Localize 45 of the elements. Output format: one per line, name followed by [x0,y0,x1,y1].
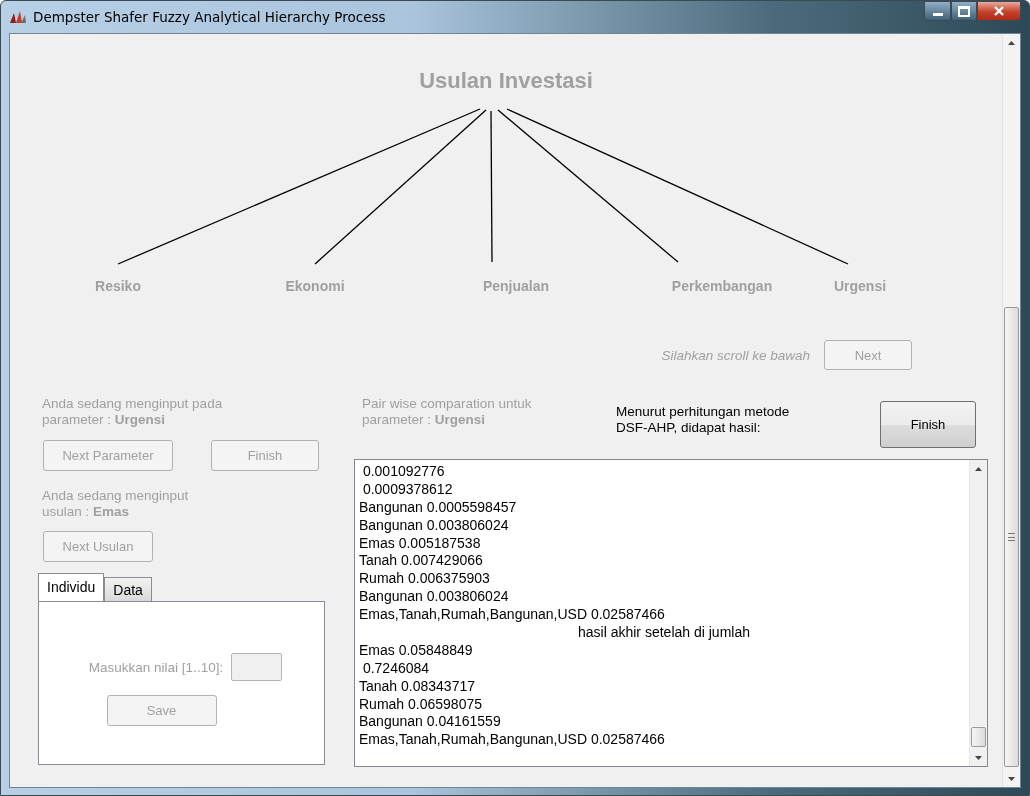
parameter-label: Anda sedang menginput pada parameter : Urgensi [42,396,223,428]
tab[interactable]: Data [104,577,152,601]
scroll-thumb[interactable] [1004,307,1019,767]
result-heading: hasil akhir setelah di jumlah [578,624,750,640]
minimize-button[interactable] [924,1,951,21]
comparison-label: Pair wise comparation untuk parameter : Urgensi [362,396,532,428]
result-line: Bangunan 0.04161559 [359,713,501,730]
result-line: Tanah 0.007429066 [359,552,483,569]
result-line: Bangunan 0.003806024 [359,516,509,533]
tab[interactable]: Individu [38,573,105,601]
criterion-label: Urgensi [833,278,887,294]
root-node-label: Usulan Investasi [419,68,593,93]
result-label: Menurut perhitungan metode DSF-AHP, didapat hasil: [616,404,790,436]
result-line: 0.0009378612 [361,480,453,497]
maximize-button[interactable] [951,1,977,21]
value-label: Masukkan nilai [1..10]: [88,659,224,675]
result-line: Rumah 0.06598075 [359,695,482,712]
scrollbar[interactable] [969,460,987,766]
result-line: Tanah 0.08343717 [359,677,475,694]
result-line: Bangunan 0.003806024 [359,588,509,605]
result-line: 0.001092776 [361,463,445,479]
app-icon [9,10,27,24]
scroll-down-icon[interactable] [1008,776,1015,781]
criterion-label: Resiko [95,278,141,294]
close-icon [993,6,1005,16]
result-line: 0.7246084 [361,659,430,676]
scrollbar[interactable] [1002,34,1020,787]
result-line: Emas 0.05848849 [359,641,473,658]
result-line: Emas,Tanah,Rumah,Bangunan,USD 0.02587466 [359,731,665,748]
usulan-label: Anda sedang menginput usulan : Emas [42,488,189,520]
scroll-thumb[interactable] [971,727,986,747]
window-title: Dempster Shafer Fuzzy Analytical Hierarchy Process [33,9,386,25]
result-line: Bangunan 0.0005598457 [359,498,517,515]
result-line: Emas 0.005187538 [359,534,481,551]
scroll-up-icon[interactable] [1008,40,1015,45]
scroll-hint: Silahkan scroll ke bawah [661,347,810,363]
finish-button[interactable]: Finish [880,401,976,448]
scroll-down-icon[interactable] [975,755,982,760]
criterion-label: Ekonomi [285,278,345,294]
criterion-label: Perkembangan [671,278,773,294]
criterion-label: Penjualan [482,278,550,294]
scroll-up-icon[interactable] [975,466,982,471]
result-line: Rumah 0.006375903 [359,570,490,587]
result-line: Emas,Tanah,Rumah,Bangunan,USD 0.02587466 [359,606,665,623]
close-button[interactable] [977,1,1021,21]
